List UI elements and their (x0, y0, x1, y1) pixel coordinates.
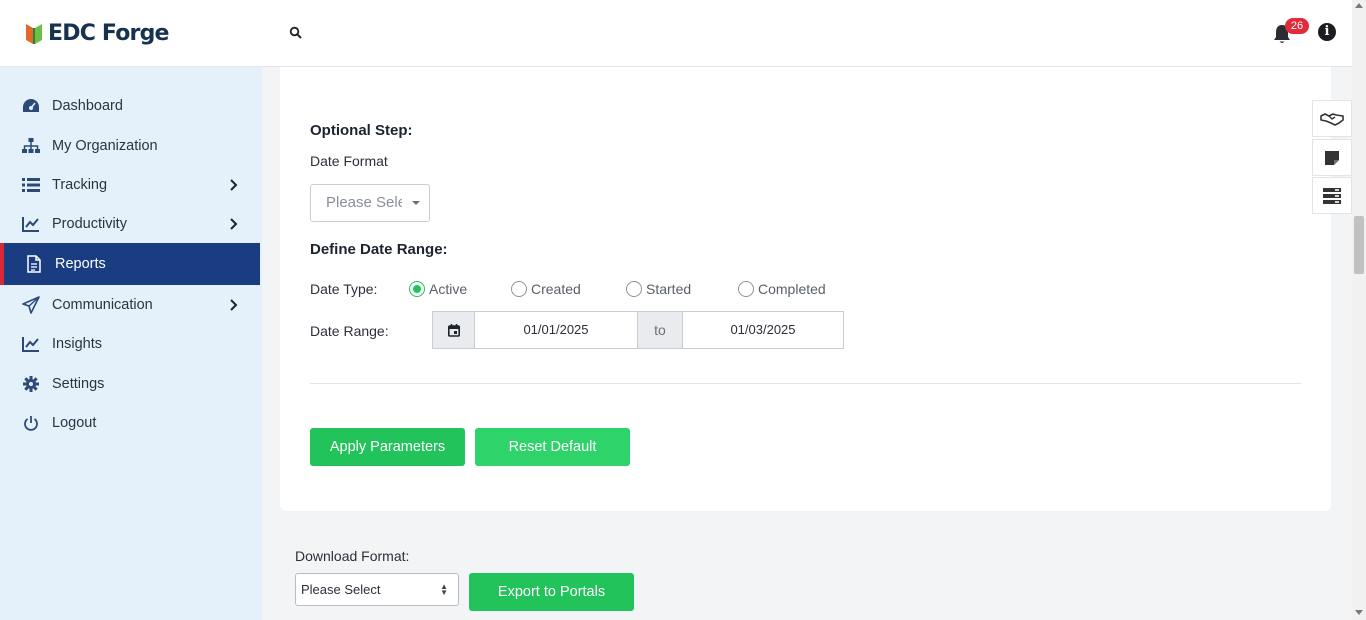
search-icon[interactable] (289, 26, 303, 40)
sidebar-item-dashboard[interactable]: Dashboard (0, 86, 260, 126)
define-date-range-title: Define Date Range: (310, 241, 448, 258)
radio-label: Active (429, 281, 468, 297)
date-range-label: Date Range: (310, 323, 389, 339)
sticky-note-button[interactable] (1312, 139, 1352, 176)
sort-arrows-icon: ▲ ▼ (440, 582, 448, 597)
radio-circle (409, 281, 425, 297)
dashboard-icon (22, 97, 40, 115)
date-type-label: Date Type: (310, 281, 378, 297)
download-format-label: Download Format: (295, 548, 410, 564)
section-divider (310, 383, 1301, 384)
document-icon (25, 255, 43, 273)
date-type-radio-completed[interactable]: Completed (738, 281, 826, 297)
logo-mark-icon (26, 24, 42, 44)
vertical-scrollbar[interactable] (1352, 0, 1366, 620)
sidebar-item-insights[interactable]: Insights (0, 324, 260, 364)
radio-circle (738, 281, 754, 297)
radio-label: Started (646, 281, 692, 297)
sidebar-item-productivity[interactable]: Productivity (0, 204, 260, 244)
sidebar-item-communication[interactable]: Communication (0, 285, 260, 325)
date-format-label: Date Format (310, 153, 388, 169)
date-to-input[interactable]: 01/03/2025 (682, 311, 844, 349)
handshake-icon (1320, 112, 1344, 126)
reset-default-button[interactable]: Reset Default (475, 428, 630, 466)
radio-label: Completed (758, 281, 826, 297)
date-range-separator: to (637, 311, 683, 349)
server-icon (1323, 187, 1341, 204)
line-chart-icon (22, 215, 40, 233)
org-chart-icon (22, 137, 40, 155)
chevron-right-icon (230, 218, 238, 230)
sidebar-item-my-organization[interactable]: My Organization (0, 126, 260, 166)
date-from-input[interactable]: 01/01/2025 (474, 311, 638, 349)
top-header: EDC Forge 26 i (0, 0, 1352, 67)
brand-logo[interactable]: EDC Forge (24, 20, 169, 46)
apply-parameters-button[interactable]: Apply Parameters (310, 428, 465, 466)
date-format-select-value: Please Select (326, 194, 402, 211)
sidebar-item-tracking[interactable]: Tracking (0, 165, 260, 205)
sidebar-item-label: Reports (55, 256, 106, 272)
notification-badge: 26 (1285, 18, 1309, 34)
power-icon (22, 414, 40, 432)
sidebar-item-reports[interactable]: Reports (0, 243, 260, 285)
sidebar-item-label: Insights (52, 336, 102, 352)
sidebar-item-label: Productivity (52, 216, 127, 232)
date-type-radio-active[interactable]: Active (409, 281, 467, 297)
info-icon[interactable]: i (1318, 23, 1336, 41)
scroll-up-icon[interactable] (1355, 3, 1363, 8)
gear-icon (22, 375, 40, 393)
date-format-select[interactable]: Please Select (310, 184, 430, 222)
export-to-portals-button[interactable]: Export to Portals (469, 573, 634, 611)
handshake-button[interactable] (1312, 100, 1352, 137)
sticky-note-icon (1325, 150, 1339, 165)
sidebar-item-settings[interactable]: Settings (0, 364, 260, 404)
radio-label: Created (531, 281, 581, 297)
date-type-radio-started[interactable]: Started (626, 281, 691, 297)
line-chart-icon (22, 335, 40, 353)
download-format-value: Please Select (301, 582, 381, 597)
paper-plane-icon (22, 296, 40, 314)
scroll-down-icon[interactable] (1355, 610, 1363, 615)
sidebar-item-label: Tracking (52, 177, 108, 193)
chevron-right-icon (230, 179, 238, 191)
calendar-icon (447, 323, 460, 337)
brand-name: EDC Forge (48, 20, 169, 46)
sidebar-item-label: Settings (52, 376, 105, 392)
sidebar: Dashboard My Organization Tracking Produ… (0, 67, 262, 620)
radio-circle (626, 281, 642, 297)
optional-step-title: Optional Step: (310, 122, 413, 139)
sidebar-item-logout[interactable]: Logout (0, 403, 260, 443)
download-format-select[interactable]: Please Select ▲ ▼ (295, 573, 459, 606)
caret-down-icon (412, 201, 420, 205)
list-icon (22, 176, 40, 194)
radio-circle (511, 281, 527, 297)
server-button[interactable] (1312, 177, 1352, 214)
sidebar-item-label: Communication (52, 297, 153, 313)
sidebar-item-label: Dashboard (52, 98, 123, 114)
sidebar-item-label: My Organization (52, 138, 158, 154)
date-type-radio-created[interactable]: Created (511, 281, 581, 297)
sidebar-item-label: Logout (52, 415, 97, 431)
scrollbar-thumb[interactable] (1354, 216, 1364, 274)
calendar-button[interactable] (432, 311, 475, 349)
chevron-right-icon (230, 299, 238, 311)
